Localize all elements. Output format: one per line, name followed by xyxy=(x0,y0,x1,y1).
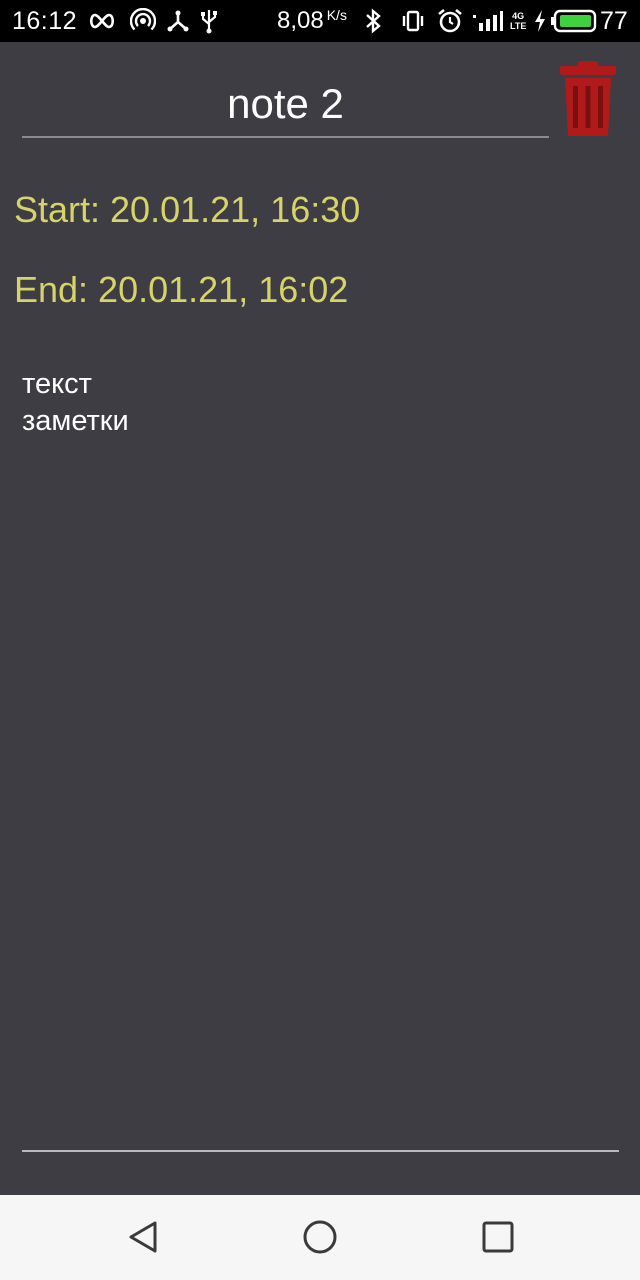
network-type-4g: 4G xyxy=(512,11,525,21)
status-bar: 16:12 8,08 K/s 4G LTE 77 xyxy=(0,0,640,42)
note-title-input[interactable]: note 2 xyxy=(22,74,549,134)
battery-icon xyxy=(551,0,597,42)
back-button[interactable] xyxy=(122,1215,166,1259)
infinity-icon xyxy=(88,0,116,42)
delete-button[interactable] xyxy=(556,60,620,140)
note-body-input[interactable]: текст заметки xyxy=(22,366,582,440)
start-datetime[interactable]: Start: 20.01.21, 16:30 xyxy=(14,188,360,232)
network-type: 4G LTE xyxy=(510,0,526,42)
body-underline xyxy=(22,1150,619,1152)
recents-button[interactable] xyxy=(476,1215,520,1259)
usb-icon xyxy=(200,0,218,42)
alarm-icon xyxy=(437,0,463,42)
charging-icon xyxy=(533,0,547,42)
home-icon xyxy=(303,1220,337,1254)
home-button[interactable] xyxy=(298,1215,342,1259)
hotspot-icon xyxy=(130,0,156,42)
back-icon xyxy=(129,1221,157,1253)
share-icon xyxy=(166,0,190,42)
network-speed-value: 8,08 xyxy=(277,7,324,34)
vibrate-icon xyxy=(401,0,425,42)
bluetooth-icon xyxy=(363,0,383,42)
recents-icon xyxy=(482,1221,514,1253)
network-speed: 8,08 K/s xyxy=(277,0,347,42)
navigation-bar xyxy=(0,1195,640,1280)
trash-icon xyxy=(560,61,616,136)
status-time: 16:12 xyxy=(12,6,78,35)
title-underline xyxy=(22,136,549,138)
signal-icon xyxy=(473,0,503,42)
battery-percentage: 77 xyxy=(600,6,628,35)
network-speed-unit: K/s xyxy=(326,7,347,23)
network-type-lte: LTE xyxy=(510,21,527,31)
note-screen: 16:12 8,08 K/s 4G LTE 77 note 2 Start: 2… xyxy=(0,0,640,1280)
end-datetime[interactable]: End: 20.01.21, 16:02 xyxy=(14,268,348,312)
